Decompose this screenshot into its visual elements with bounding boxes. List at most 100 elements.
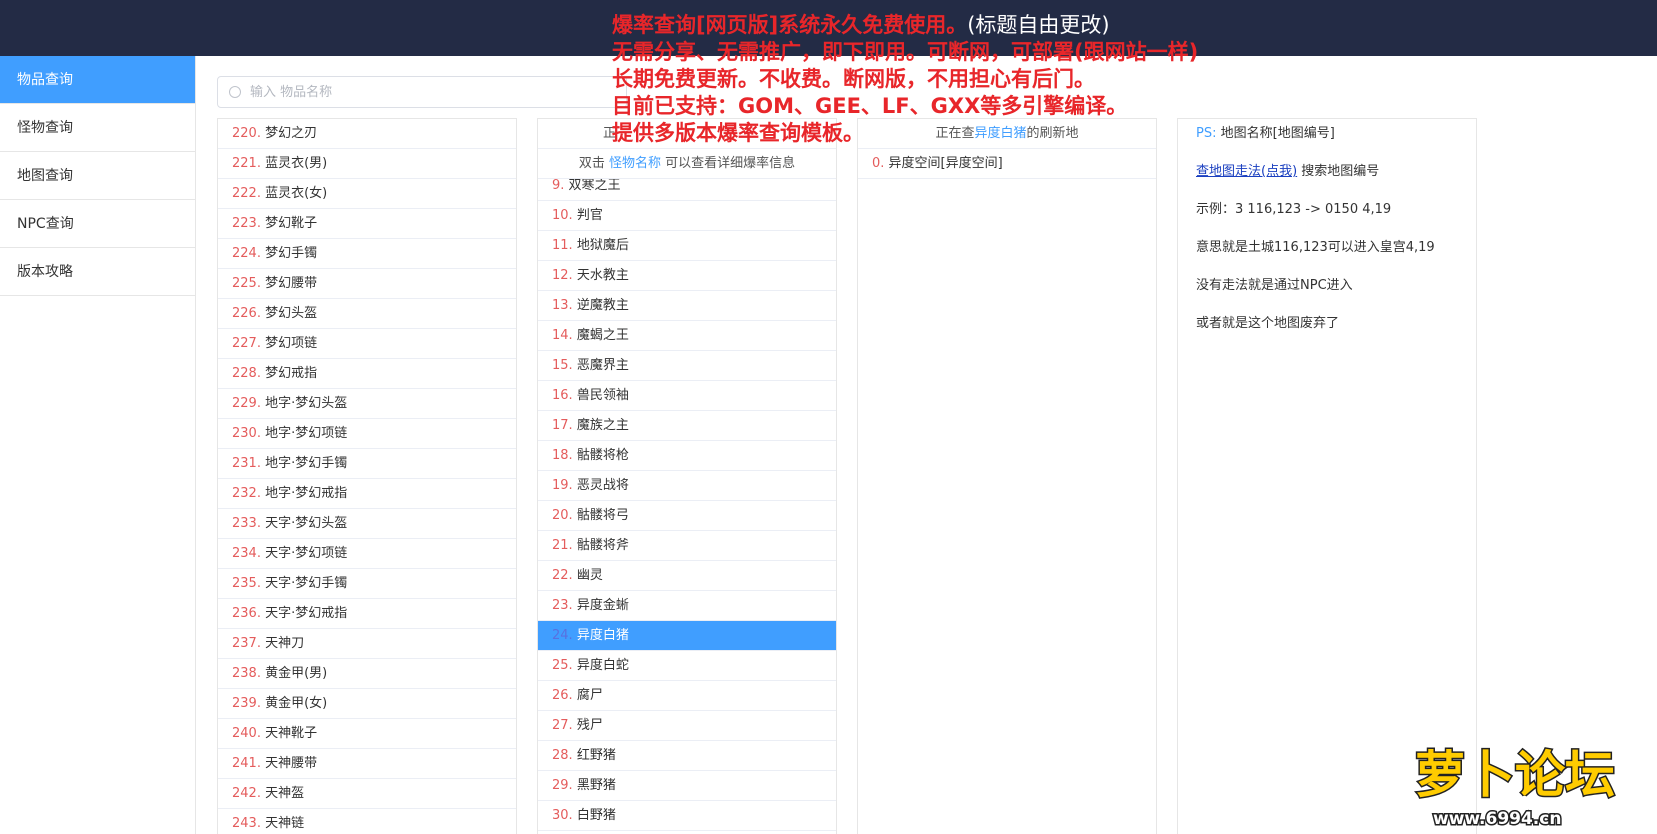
sidebar-item-version-guide[interactable]: 版本攻略 bbox=[0, 248, 195, 296]
row-label: 判官 bbox=[576, 208, 603, 223]
monster-row[interactable]: 23. 异度金蜥 bbox=[538, 591, 836, 621]
monster-row[interactable]: 19. 恶灵战将 bbox=[538, 471, 836, 501]
monster-row[interactable]: 15. 恶魔界主 bbox=[538, 351, 836, 381]
item-row[interactable]: 233. 天字·梦幻头盔 bbox=[218, 509, 516, 539]
row-number: 227. bbox=[232, 336, 266, 351]
monster-row[interactable]: 24. 异度白猪 bbox=[538, 621, 836, 651]
ps-line: PS: 地图名称[地图编号] bbox=[1196, 126, 1335, 141]
item-row[interactable]: 237. 天神刀 bbox=[218, 629, 516, 659]
item-row[interactable]: 225. 梦幻腰带 bbox=[218, 269, 516, 299]
row-number: 223. bbox=[232, 216, 266, 231]
row-number: 243. bbox=[232, 816, 266, 831]
item-row[interactable]: 229. 地字·梦幻头盔 bbox=[218, 389, 516, 419]
item-row[interactable]: 243. 天神链 bbox=[218, 809, 516, 834]
row-number: 235. bbox=[232, 576, 266, 591]
monster-row[interactable]: 16. 兽民领袖 bbox=[538, 381, 836, 411]
monster-row[interactable]: 17. 魔族之主 bbox=[538, 411, 836, 441]
row-label: 逆魔教主 bbox=[576, 298, 629, 313]
monster-list: 9. 双寒之王 10. 判官 11. 地狱魔后 12. 天水教主 13. 逆魔教主 14.… bbox=[538, 179, 836, 831]
monster-row[interactable]: 13. 逆魔教主 bbox=[538, 291, 836, 321]
sidebar-item-npc-query[interactable]: NPC查询 bbox=[0, 200, 195, 248]
monster-row[interactable]: 26. 腐尸 bbox=[538, 681, 836, 711]
row-number: 240. bbox=[232, 726, 266, 741]
row-label: 梦幻手镯 bbox=[265, 246, 318, 261]
row-label: 恶灵战将 bbox=[576, 478, 629, 493]
row-number: 238. bbox=[232, 666, 266, 681]
item-row[interactable]: 241. 天神腰带 bbox=[218, 749, 516, 779]
row-number: 22. bbox=[552, 568, 577, 583]
monster-row[interactable]: 21. 骷髅将斧 bbox=[538, 531, 836, 561]
row-number: 241. bbox=[232, 756, 266, 771]
item-row[interactable]: 242. 天神盔 bbox=[218, 779, 516, 809]
no-route-line: 没有走法就是通过NPC进入 bbox=[1196, 278, 1353, 293]
item-row[interactable]: 230. 地字·梦幻项链 bbox=[218, 419, 516, 449]
row-label: 骷髅将斧 bbox=[576, 538, 629, 553]
row-number: 9. bbox=[552, 179, 569, 193]
item-row[interactable]: 228. 梦幻戒指 bbox=[218, 359, 516, 389]
monster-row[interactable]: 18. 骷髅将枪 bbox=[538, 441, 836, 471]
row-label: 天神刀 bbox=[265, 636, 305, 651]
item-row[interactable]: 231. 地字·梦幻手镯 bbox=[218, 449, 516, 479]
monster-row[interactable]: 27. 残尸 bbox=[538, 711, 836, 741]
sidebar-item-monster-query[interactable]: 怪物查询 bbox=[0, 104, 195, 152]
item-row[interactable]: 226. 梦幻头盔 bbox=[218, 299, 516, 329]
sidebar-item-item-query[interactable]: 物品查询 bbox=[0, 56, 195, 104]
banner-line-1: 爆率查询[网页版]系统永久免费使用。(标题自由更改) bbox=[612, 13, 1110, 37]
row-label: 天字·梦幻手镯 bbox=[265, 576, 348, 591]
item-row[interactable]: 240. 天神靴子 bbox=[218, 719, 516, 749]
item-row[interactable]: 234. 天字·梦幻项链 bbox=[218, 539, 516, 569]
item-row[interactable]: 223. 梦幻靴子 bbox=[218, 209, 516, 239]
item-row[interactable]: 236. 天字·梦幻戒指 bbox=[218, 599, 516, 629]
item-row[interactable]: 232. 地字·梦幻戒指 bbox=[218, 479, 516, 509]
monster-row[interactable]: 25. 异度白蛇 bbox=[538, 651, 836, 681]
monster-row[interactable]: 20. 骷髅将弓 bbox=[538, 501, 836, 531]
row-number: 225. bbox=[232, 276, 266, 291]
sidebar-item-map-query[interactable]: 地图查询 bbox=[0, 152, 195, 200]
monster-row[interactable]: 9. 双寒之王 bbox=[538, 179, 836, 201]
item-row[interactable]: 220. 梦幻之刃 bbox=[218, 119, 516, 149]
item-row[interactable]: 224. 梦幻手镯 bbox=[218, 239, 516, 269]
item-row[interactable]: 227. 梦幻项链 bbox=[218, 329, 516, 359]
row-label: 残尸 bbox=[576, 718, 603, 733]
row-label: 梦幻项链 bbox=[265, 336, 318, 351]
row-number: 27. bbox=[552, 718, 577, 733]
row-label: 天神链 bbox=[265, 816, 305, 831]
monster-row[interactable]: 10. 判官 bbox=[538, 201, 836, 231]
item-row[interactable]: 221. 蓝灵衣(男) bbox=[218, 149, 516, 179]
row-number: 30. bbox=[552, 808, 577, 823]
item-row[interactable]: 222. 蓝灵衣(女) bbox=[218, 179, 516, 209]
row-label: 蓝灵衣(男) bbox=[265, 156, 328, 171]
item-row[interactable]: 235. 天字·梦幻手镯 bbox=[218, 569, 516, 599]
refresh-location-row[interactable]: 0. 异度空间[异度空间] bbox=[858, 149, 1156, 179]
monster-row[interactable]: 28. 红野猪 bbox=[538, 741, 836, 771]
row-number: 233. bbox=[232, 516, 266, 531]
row-label: 黑野猪 bbox=[576, 778, 616, 793]
row-number: 222. bbox=[232, 186, 266, 201]
row-number: 26. bbox=[552, 688, 577, 703]
row-number: 239. bbox=[232, 696, 266, 711]
banner-line-3: 长期免费更新。不收费。断网版，不用担心有后门。 bbox=[612, 67, 1095, 91]
row-label: 地字·梦幻项链 bbox=[265, 426, 348, 441]
row-number: 242. bbox=[232, 786, 266, 801]
row-number: 229. bbox=[232, 396, 266, 411]
row-label: 异度金蜥 bbox=[576, 598, 629, 613]
monster-row[interactable]: 29. 黑野猪 bbox=[538, 771, 836, 801]
item-row[interactable]: 238. 黄金甲(男) bbox=[218, 659, 516, 689]
row-label: 地狱魔后 bbox=[576, 238, 629, 253]
row-label: 蓝灵衣(女) bbox=[265, 186, 328, 201]
search-input[interactable] bbox=[250, 82, 610, 102]
monster-row[interactable]: 11. 地狱魔后 bbox=[538, 231, 836, 261]
row-label: 地字·梦幻戒指 bbox=[265, 486, 348, 501]
map-route-line: 查地图走法(点我) 搜索地图编号 bbox=[1196, 164, 1380, 179]
monster-row[interactable]: 12. 天水教主 bbox=[538, 261, 836, 291]
monster-row[interactable]: 22. 幽灵 bbox=[538, 561, 836, 591]
row-label: 天字·梦幻项链 bbox=[265, 546, 348, 561]
item-row[interactable]: 239. 黄金甲(女) bbox=[218, 689, 516, 719]
monster-row[interactable]: 30. 白野猪 bbox=[538, 801, 836, 831]
monster-row[interactable]: 14. 魔蝎之王 bbox=[538, 321, 836, 351]
banner-line-2: 无需分享、无需推广，即下即用。可断网，可部署(跟网站一样) bbox=[612, 40, 1199, 64]
row-label: 腐尸 bbox=[576, 688, 603, 703]
map-route-link[interactable]: 查地图走法(点我) bbox=[1196, 164, 1297, 179]
row-number: 13. bbox=[552, 298, 577, 313]
watermark-url: www.6994.cn bbox=[1433, 809, 1561, 829]
